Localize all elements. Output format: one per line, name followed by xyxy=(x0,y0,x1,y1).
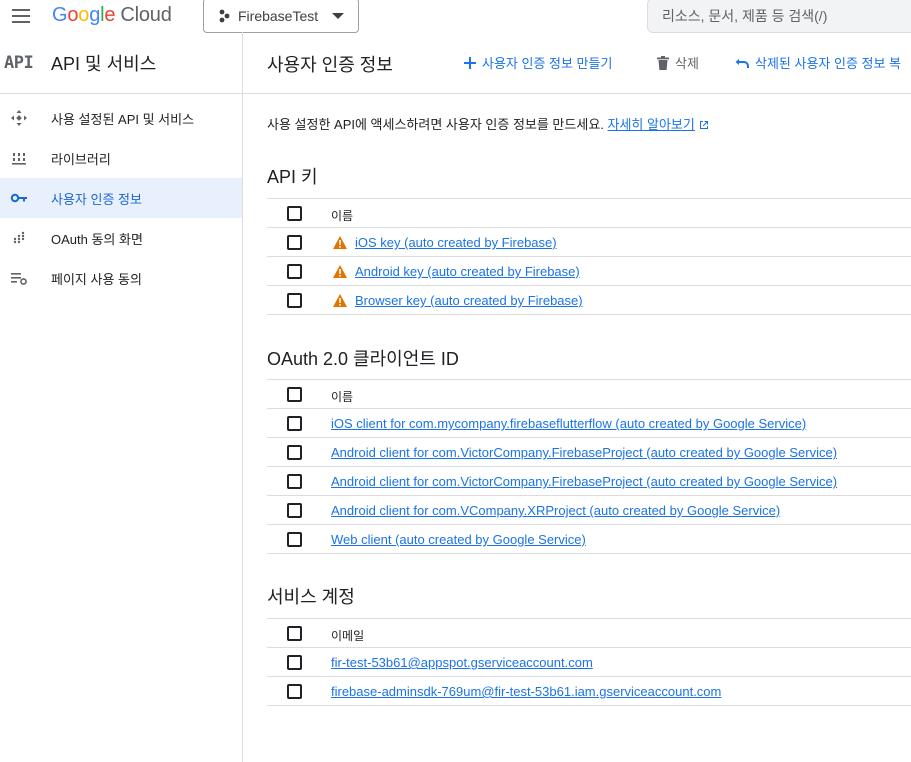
sidebar-item-page-consent[interactable]: 페이지 사용 동의 xyxy=(0,258,242,298)
table-header-row: 이름 xyxy=(267,380,911,409)
warning-icon xyxy=(333,236,347,249)
oauth-table: 이름 iOS client for com.mycompany.firebase… xyxy=(267,379,911,554)
restore-deleted-button[interactable]: 삭제된 사용자 인증 정보 복 xyxy=(735,53,901,72)
page-title: 사용자 인증 정보 xyxy=(267,55,393,75)
top-bar: Google Cloud FirebaseTest xyxy=(0,0,911,33)
library-icon xyxy=(9,148,29,168)
oauth-client-link[interactable]: Android client for com.VCompany.XRProjec… xyxy=(331,503,780,518)
service-accounts-title: 서비스 계정 xyxy=(267,587,355,607)
sidebar-item-credentials[interactable]: 사용자 인증 정보 xyxy=(0,178,242,218)
project-icon xyxy=(219,9,230,22)
google-cloud-logo[interactable]: Google Cloud xyxy=(52,4,172,27)
row-checkbox[interactable] xyxy=(287,474,302,489)
table-row: Android client for com.VictorCompany.Fir… xyxy=(267,438,911,467)
external-link-icon xyxy=(699,121,708,129)
api-key-link[interactable]: Browser key (auto created by Firebase) xyxy=(355,293,583,308)
service-accounts-table: 이메일 fir-test-53b61@appspot.gserviceaccou… xyxy=(267,618,911,706)
sidebar-item-label: 사용자 인증 정보 xyxy=(51,191,142,207)
main-content: 사용자 인증 정보 사용자 인증 정보 만들기 삭제 삭제된 사용자 인증 정보… xyxy=(243,32,911,762)
column-header-name: 이름 xyxy=(331,390,354,404)
service-account-link[interactable]: firebase-adminsdk-769um@fir-test-53b61.i… xyxy=(331,684,721,699)
search-input[interactable] xyxy=(648,0,911,32)
table-row: Android key (auto created by Firebase) xyxy=(267,257,911,286)
logo-cloud-text: Cloud xyxy=(120,4,172,26)
sidebar-title: API 및 서비스 xyxy=(51,53,157,74)
oauth-client-link[interactable]: Web client (auto created by Google Servi… xyxy=(331,532,586,547)
row-checkbox[interactable] xyxy=(287,445,302,460)
menu-icon[interactable] xyxy=(11,6,31,26)
project-selector[interactable]: FirebaseTest xyxy=(203,0,359,33)
table-row: Browser key (auto created by Firebase) xyxy=(267,286,911,315)
service-account-link[interactable]: fir-test-53b61@appspot.gserviceaccount.c… xyxy=(331,655,593,670)
table-header-row: 이름 xyxy=(267,199,911,228)
oauth-client-link[interactable]: iOS client for com.mycompany.firebaseflu… xyxy=(331,416,806,431)
dots-grid-icon xyxy=(9,228,29,248)
oauth-client-link[interactable]: Android client for com.VictorCompany.Fir… xyxy=(331,474,837,489)
sidebar-item-oauth-consent[interactable]: OAuth 동의 화면 xyxy=(0,218,242,258)
logo-google-text: Google xyxy=(52,4,116,26)
row-checkbox[interactable] xyxy=(287,503,302,518)
restore-deleted-label: 삭제된 사용자 인증 정보 복 xyxy=(755,56,902,71)
column-header-name: 이름 xyxy=(331,209,354,223)
row-checkbox[interactable] xyxy=(287,532,302,547)
sidebar-item-label: 페이지 사용 동의 xyxy=(51,271,142,287)
table-row: Web client (auto created by Google Servi… xyxy=(267,525,911,554)
create-credentials-button[interactable]: 사용자 인증 정보 만들기 xyxy=(464,53,612,72)
select-all-checkbox[interactable] xyxy=(287,206,302,221)
diamond-arrows-icon xyxy=(9,108,29,128)
sidebar-nav: 사용 설정된 API 및 서비스 라이브러리 사용자 인증 정보 OAuth 동… xyxy=(0,98,242,298)
sidebar-item-enabled-apis[interactable]: 사용 설정된 API 및 서비스 xyxy=(0,98,242,138)
row-checkbox[interactable] xyxy=(287,293,302,308)
table-header-row: 이메일 xyxy=(267,619,911,648)
row-checkbox[interactable] xyxy=(287,655,302,670)
sidebar: API API 및 서비스 사용 설정된 API 및 서비스 라이브러리 사용자… xyxy=(0,32,243,762)
sidebar-item-label: OAuth 동의 화면 xyxy=(51,231,143,247)
intro-description: 사용 설정한 API에 액세스하려면 사용자 인증 정보를 만드세요. xyxy=(267,117,604,132)
search-box[interactable] xyxy=(647,0,911,33)
api-key-link[interactable]: Android key (auto created by Firebase) xyxy=(355,264,580,279)
page-header: 사용자 인증 정보 사용자 인증 정보 만들기 삭제 삭제된 사용자 인증 정보… xyxy=(243,32,911,94)
create-credentials-label: 사용자 인증 정보 만들기 xyxy=(482,56,613,71)
learn-more-link[interactable]: 자세히 알아보기 xyxy=(608,117,695,132)
sidebar-item-label: 사용 설정된 API 및 서비스 xyxy=(51,111,195,127)
select-all-checkbox[interactable] xyxy=(287,626,302,641)
table-row: Android client for com.VictorCompany.Fir… xyxy=(267,467,911,496)
api-keys-table: 이름 iOS key (auto created by Firebase) An… xyxy=(267,198,911,315)
table-row: iOS client for com.mycompany.firebaseflu… xyxy=(267,409,911,438)
delete-label: 삭제 xyxy=(675,56,699,71)
sidebar-header: API API 및 서비스 xyxy=(0,32,242,94)
table-row: iOS key (auto created by Firebase) xyxy=(267,228,911,257)
plus-icon xyxy=(464,56,476,69)
row-checkbox[interactable] xyxy=(287,235,302,250)
warning-icon xyxy=(333,294,347,307)
project-name: FirebaseTest xyxy=(238,7,319,24)
row-checkbox[interactable] xyxy=(287,684,302,699)
table-row: firebase-adminsdk-769um@fir-test-53b61.i… xyxy=(267,677,911,706)
row-checkbox[interactable] xyxy=(287,264,302,279)
key-icon xyxy=(9,188,29,208)
oauth-client-link[interactable]: Android client for com.VictorCompany.Fir… xyxy=(331,445,837,460)
select-all-checkbox[interactable] xyxy=(287,387,302,402)
column-header-email: 이메일 xyxy=(331,629,365,643)
oauth-title: OAuth 2.0 클라이언트 ID xyxy=(267,349,459,369)
api-keys-title: API 키 xyxy=(267,167,318,187)
sidebar-item-library[interactable]: 라이브러리 xyxy=(0,138,242,178)
table-row: Android client for com.VCompany.XRProjec… xyxy=(267,496,911,525)
api-badge-icon: API xyxy=(4,52,34,73)
delete-button[interactable]: 삭제 xyxy=(657,53,699,72)
row-checkbox[interactable] xyxy=(287,416,302,431)
api-key-link[interactable]: iOS key (auto created by Firebase) xyxy=(355,235,557,250)
sidebar-item-label: 라이브러리 xyxy=(51,151,111,167)
settings-list-icon xyxy=(9,268,29,288)
intro-text: 사용 설정한 API에 액세스하려면 사용자 인증 정보를 만드세요. 자세히 … xyxy=(267,114,709,133)
undo-icon xyxy=(735,57,749,68)
warning-icon xyxy=(333,265,347,278)
chevron-down-icon xyxy=(332,13,344,19)
learn-more-label: 자세히 알아보기 xyxy=(607,117,695,132)
table-row: fir-test-53b61@appspot.gserviceaccount.c… xyxy=(267,648,911,677)
trash-icon xyxy=(657,55,669,70)
